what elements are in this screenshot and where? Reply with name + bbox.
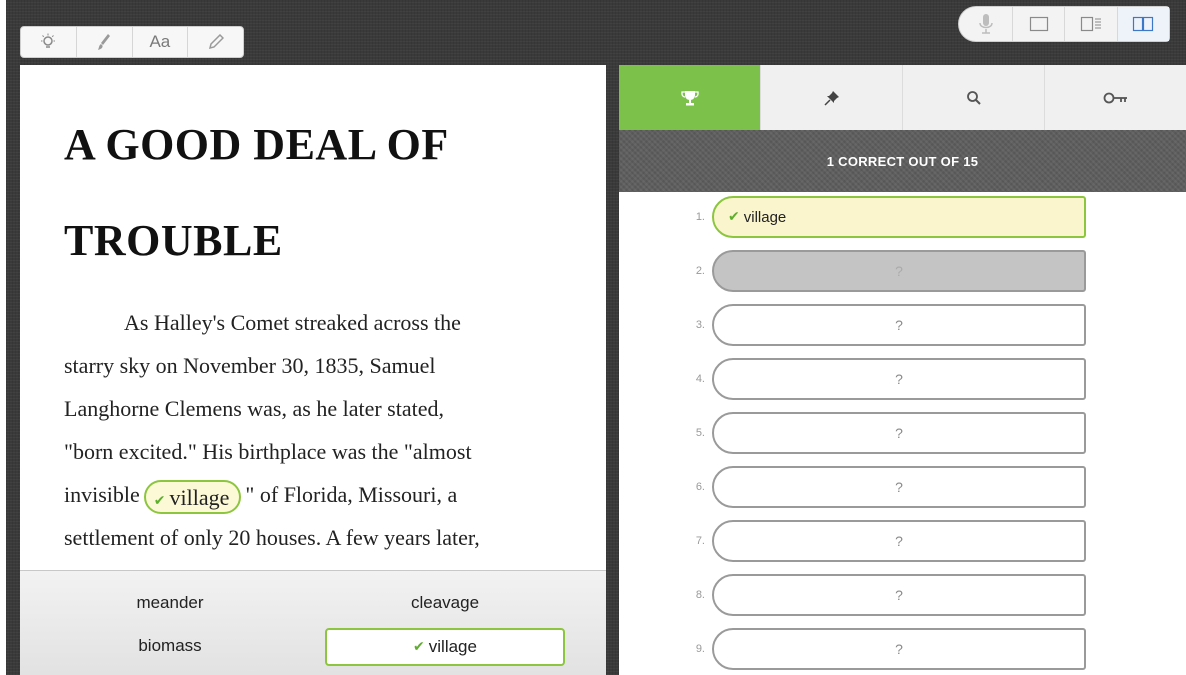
answer-slot-current[interactable]: ? <box>712 250 1086 292</box>
answer-text: ? <box>895 371 903 387</box>
answer-number: 4. <box>695 373 705 385</box>
tab-trophy[interactable] <box>619 65 761 138</box>
chapter-title-line-1: A GOOD DEAL OF <box>64 120 449 169</box>
word-bank: meander cleavage biomass ✔ village <box>20 570 606 675</box>
answer-slot-correct[interactable]: ✔ village <box>712 196 1086 238</box>
text-line: invisible <box>64 482 140 507</box>
answer-row: 7. ? <box>619 520 1186 562</box>
font-size-button[interactable]: Aa <box>133 27 189 57</box>
check-icon: ✔ <box>413 639 425 655</box>
two-page-icon[interactable] <box>1117 7 1169 41</box>
text-line: starry sky on November 30, 1835, Samuel <box>64 353 436 378</box>
search-icon <box>966 90 981 105</box>
answer-number: 1. <box>695 211 705 223</box>
answer-number: 8. <box>695 589 705 601</box>
word-choice-selected-label: village <box>428 637 477 656</box>
tab-key[interactable] <box>1045 65 1186 130</box>
inline-answer-blank[interactable]: ✔ village <box>143 479 242 514</box>
answer-text: village <box>743 208 787 226</box>
single-page-icon[interactable] <box>1013 7 1066 41</box>
answer-slot[interactable]: ? <box>712 520 1086 562</box>
answer-slot[interactable]: ? <box>712 304 1086 346</box>
text-line: As Halley's Comet streaked across the <box>124 310 461 335</box>
answer-text: ? <box>895 479 903 495</box>
tab-search[interactable] <box>903 65 1045 130</box>
word-choice[interactable]: biomass <box>50 636 290 656</box>
answer-slot[interactable]: ? <box>712 574 1086 616</box>
word-choice[interactable]: meander <box>50 593 290 613</box>
answer-text: ? <box>895 587 903 603</box>
font-size-label: Aa <box>149 32 171 51</box>
answer-row: 2. ? <box>619 250 1186 292</box>
score-banner: 1 CORRECT OUT OF 15 <box>619 130 1186 192</box>
chapter-title-line-2: TROUBLE <box>64 216 283 265</box>
text-line: settlement of only 20 houses. A few year… <box>64 525 480 550</box>
answer-number: 9. <box>695 643 705 655</box>
answer-text: ? <box>895 641 903 657</box>
key-icon <box>1103 92 1127 103</box>
check-icon: ✔ <box>153 492 166 509</box>
trophy-icon <box>680 90 699 105</box>
view-controls <box>958 6 1170 42</box>
answer-number: 2. <box>695 265 705 277</box>
answer-text: ? <box>895 263 903 279</box>
answer-text: ? <box>895 317 903 333</box>
answers-panel: 1 CORRECT OUT OF 15 1. ✔ village 2. ? 3. … <box>619 65 1186 675</box>
score-text: 1 CORRECT OUT OF 15 <box>826 153 979 169</box>
brush-icon[interactable] <box>77 27 133 57</box>
answer-number: 7. <box>695 535 705 547</box>
answer-text: ? <box>895 533 903 549</box>
answer-row: 6. ? <box>619 466 1186 508</box>
answer-text: ? <box>895 425 903 441</box>
reader-toolbar: Aa <box>20 26 244 58</box>
answer-row: 8. ? <box>619 574 1186 616</box>
text-line: Langhorne Clemens was, as he later state… <box>64 396 444 421</box>
text-line: " of Florida, Missouri, a <box>245 482 458 507</box>
answer-row: 5. ? <box>619 412 1186 454</box>
body-paragraph: As Halley's Comet streaked across the st… <box>64 301 584 559</box>
page-with-sidebar-icon[interactable] <box>1065 7 1118 41</box>
inline-answer-text: village <box>169 484 230 510</box>
lightbulb-icon[interactable] <box>21 27 77 57</box>
word-choice-selected[interactable]: ✔ village <box>325 628 565 666</box>
pencil-icon[interactable] <box>188 27 243 57</box>
panel-tabs <box>619 65 1186 138</box>
answer-row: 3. ? <box>619 304 1186 346</box>
word-choice[interactable]: cleavage <box>325 593 565 613</box>
answer-number: 6. <box>695 481 705 493</box>
answer-number: 3. <box>695 319 705 331</box>
microphone-icon[interactable] <box>959 7 1014 41</box>
tab-pin[interactable] <box>761 65 903 130</box>
answer-number: 5. <box>695 427 705 439</box>
check-icon: ✔ <box>728 209 740 225</box>
answer-row: 4. ? <box>619 358 1186 400</box>
answer-slot[interactable]: ? <box>712 628 1086 670</box>
answer-slot[interactable]: ? <box>712 412 1086 454</box>
answer-slot[interactable]: ? <box>712 466 1086 508</box>
text-line: "born excited." His birthplace was the "… <box>64 439 472 464</box>
chapter-title: A GOOD DEAL OF TROUBLE <box>64 97 584 289</box>
pin-icon <box>823 90 839 106</box>
answer-row: 9. ? <box>619 628 1186 670</box>
answer-row: 1. ✔ village <box>619 196 1186 238</box>
answer-slot[interactable]: ? <box>712 358 1086 400</box>
